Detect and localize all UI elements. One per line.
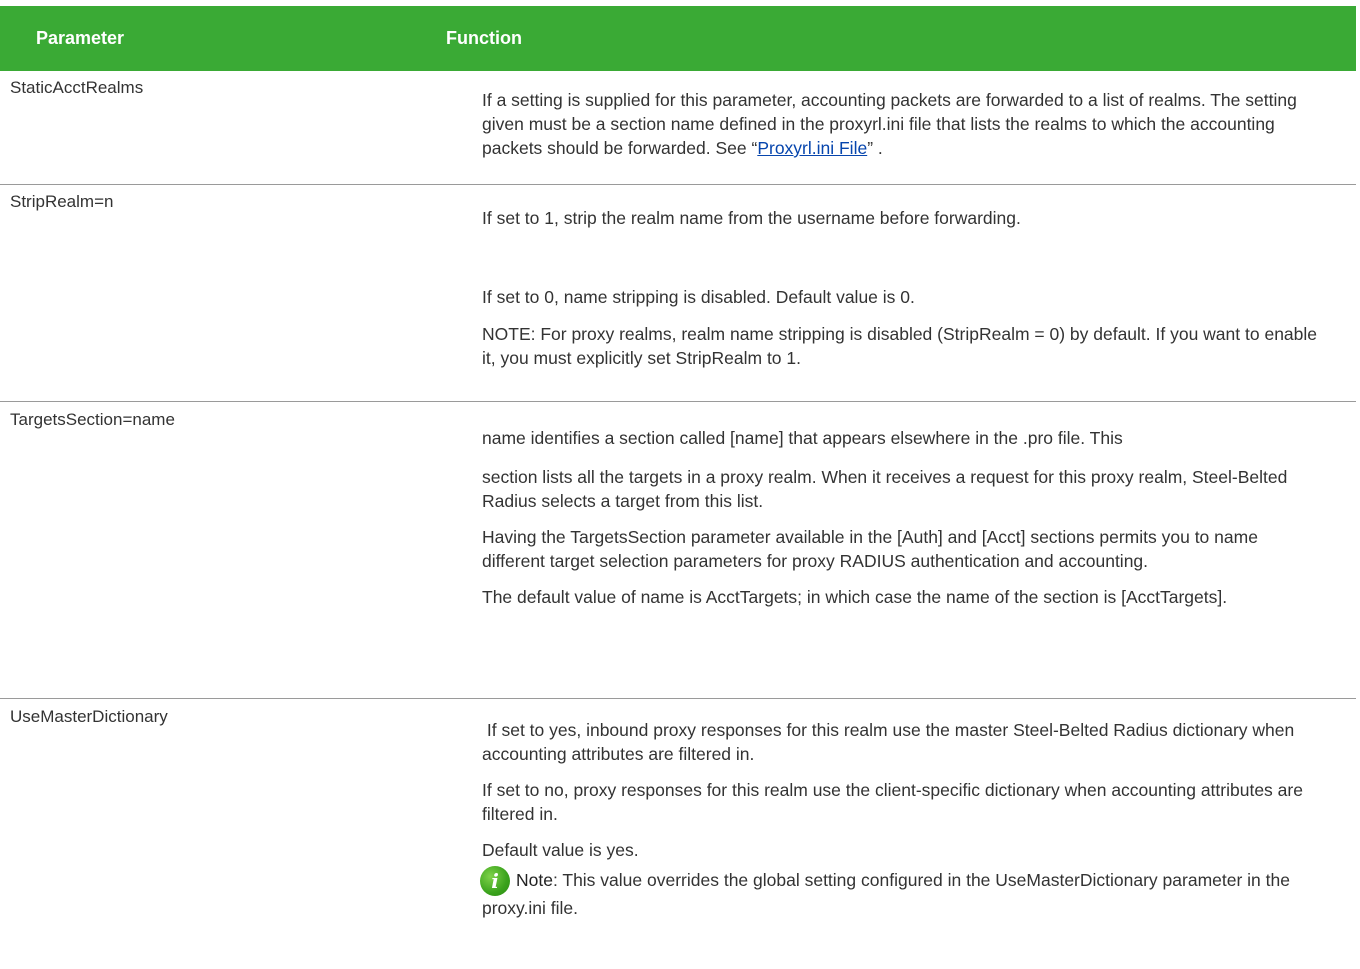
param-name: TargetsSection=name (10, 410, 175, 429)
function-cell: If a setting is supplied for this parame… (482, 71, 1322, 160)
param-name: UseMasterDictionary (10, 707, 168, 726)
function-text: If set to 1, strip the realm name from t… (482, 208, 1021, 228)
function-text: section lists all the targets in a proxy… (482, 467, 1288, 511)
function-cell: If set to yes, inbound proxy responses f… (480, 699, 1322, 920)
table-row-striprealm: StripRealm=n If set to 1, strip the real… (0, 185, 1356, 402)
table-row-staticacctrealms: StaticAcctRealms If a setting is supplie… (0, 71, 1356, 185)
note-label: Note (516, 870, 553, 890)
function-text: If a setting is supplied for this parame… (482, 88, 1322, 160)
function-text-part: ” . (867, 138, 883, 158)
function-note-text: NOTE: For proxy realms, realm name strip… (482, 324, 1318, 368)
function-text: name identifies a section called [name] … (482, 428, 1123, 448)
function-text: Default value is yes. (482, 840, 639, 860)
function-text: If set to 0, name stripping is disabled.… (482, 287, 915, 307)
info-icon: i (480, 866, 510, 896)
function-text: Having the TargetsSection parameter avai… (482, 527, 1258, 571)
proxyrl-ini-file-link[interactable]: Proxyrl.ini File (757, 138, 867, 158)
function-cell: name identifies a section called [name] … (482, 402, 1322, 609)
table-row-targetssection: TargetsSection=name name identifies a se… (0, 402, 1356, 699)
function-cell: If set to 1, strip the realm name from t… (482, 185, 1322, 370)
header-parameter: Parameter (36, 28, 125, 48)
note-text: : This value overrides the global settin… (482, 870, 1290, 918)
function-text: If set to yes, inbound proxy responses f… (482, 720, 1300, 764)
note-paragraph: i Note: This value overrides the global s… (480, 866, 1322, 920)
param-name: StaticAcctRealms (10, 78, 144, 97)
table-header: Parameter Function (0, 6, 1356, 71)
table-row-usemasterdictionary: UseMasterDictionary If set to yes, inbou… (0, 699, 1356, 969)
function-text: The default value of name is AcctTargets… (482, 587, 1228, 607)
param-name: StripRealm=n (10, 192, 114, 211)
function-text-part: If a setting is supplied for this parame… (482, 90, 1297, 158)
header-function: Function (446, 28, 522, 48)
parameter-table: Parameter Function StaticAcctRealms If a… (0, 6, 1356, 969)
function-text: If set to no, proxy responses for this r… (482, 780, 1303, 824)
